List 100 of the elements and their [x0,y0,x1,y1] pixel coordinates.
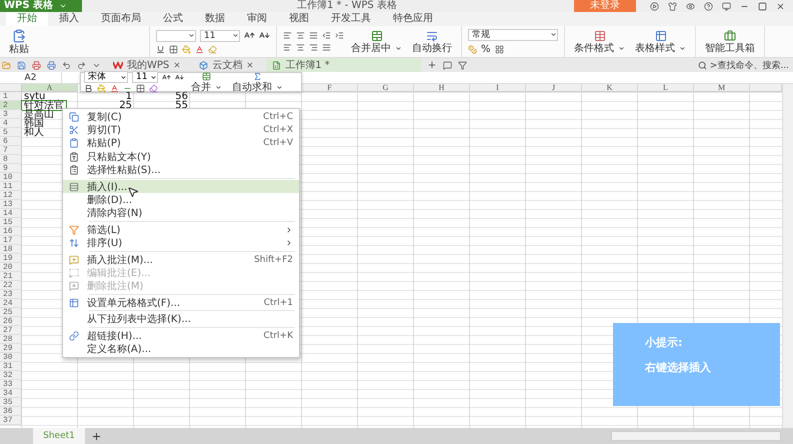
decimal-icon[interactable] [494,44,504,54]
bold-icon[interactable] [84,84,93,93]
menu-item[interactable]: 设置单元格格式(F)... Ctrl+1 [63,296,299,310]
font-name-field[interactable]: 宋体 [84,71,128,83]
underline-icon[interactable] [156,44,165,54]
add-sheet-icon[interactable] [91,430,102,442]
row-header[interactable]: 37 [0,416,22,425]
align-center-icon[interactable] [296,43,305,52]
column-header[interactable]: I [470,84,526,92]
redo-icon[interactable] [77,60,86,70]
row-header[interactable]: 14 [0,209,22,218]
paste-button[interactable]: 粘贴 [6,28,32,54]
align-middle-icon[interactable] [296,31,305,40]
number-format-field[interactable]: 常规 [468,28,558,40]
row-header[interactable]: 4 [0,119,22,128]
row-header[interactable]: 6 [0,137,22,146]
document-tab[interactable]: 云文档 [193,58,260,72]
document-tab[interactable]: 我的WPS [107,58,188,72]
toolbox-button[interactable]: 智能工具箱 [702,30,758,54]
menu-item[interactable]: 插入批注(M)... Shift+F2 [63,252,299,266]
menu-tab[interactable]: 特色应用 [382,12,444,26]
horizontal-scrollbar[interactable] [611,431,781,441]
row-header[interactable]: 1 [0,92,22,101]
font-color-icon[interactable] [110,84,119,93]
row-header[interactable]: 32 [0,371,22,380]
menu-tab[interactable]: 审阅 [236,12,278,26]
column-header[interactable]: J [526,84,582,92]
row-header[interactable]: 8 [0,155,22,164]
column-header[interactable]: H [414,84,470,92]
comment-icon[interactable] [443,60,452,70]
print-icon[interactable] [32,60,41,70]
table-style-button[interactable]: 表格样式 [632,30,689,54]
menu-item[interactable]: 从下拉列表中选择(K)... [63,312,299,326]
shrink-font-icon[interactable] [175,72,184,82]
command-search-field[interactable]: >查找命令、搜索... [698,58,793,72]
help-icon[interactable] [704,2,713,10]
row-header[interactable]: 7 [0,146,22,155]
menu-item[interactable]: 复制(C) Ctrl+C [63,110,299,124]
merge-button[interactable]: 合并居中 [348,30,405,54]
column-header[interactable]: K [582,84,638,92]
row-header[interactable]: 18 [0,245,22,254]
align-right-icon[interactable] [309,43,318,52]
column-header[interactable]: F [302,84,358,92]
menu-item[interactable]: 筛选(L) [63,223,299,237]
font-name-field[interactable] [156,30,196,42]
row-header[interactable]: 36 [0,407,22,416]
menu-item[interactable]: 删除(D)... [63,193,299,207]
row-header[interactable]: 19 [0,254,22,263]
wrap-button[interactable]: 自动换行 [409,30,455,54]
row-header[interactable]: 3 [0,110,22,119]
printer-icon[interactable] [47,60,56,70]
fill-color-icon[interactable] [182,44,191,54]
column-header[interactable]: G [358,84,414,92]
row-header[interactable]: 27 [0,326,22,335]
row-header[interactable]: 24 [0,299,22,308]
row-header[interactable]: 35 [0,398,22,407]
menu-item[interactable]: 插入(I)... [63,180,299,194]
menu-tab[interactable]: 页面布局 [90,12,152,26]
font-size-field[interactable]: 11 [200,30,240,42]
row-header[interactable]: 22 [0,281,22,290]
column-header[interactable]: L [638,84,694,92]
currency-icon[interactable] [468,44,477,54]
outdent-icon[interactable] [322,31,331,40]
menu-item[interactable]: 清除内容(N) [63,206,299,220]
row-header[interactable]: 33 [0,380,22,389]
name-box[interactable]: A2 [0,72,62,83]
percent-button[interactable]: % [481,44,491,54]
filter-icon[interactable] [458,60,468,70]
font-size-field[interactable]: 11 [132,71,158,83]
row-header[interactable]: 29 [0,344,22,353]
row-header[interactable]: 34 [0,389,22,398]
menu-tab[interactable]: 开始 [6,12,48,26]
close-icon[interactable] [776,2,785,10]
document-tab[interactable]: 工作簿1 * [266,58,422,72]
indent-icon[interactable] [335,31,344,40]
skin-icon[interactable] [668,2,677,10]
maximize-icon[interactable] [758,2,767,10]
row-header[interactable]: 20 [0,263,22,272]
row-header[interactable]: 11 [0,182,22,191]
menu-item[interactable]: 选择性粘贴(S)... [63,164,299,177]
undo-icon[interactable] [62,60,71,70]
row-header[interactable]: 30 [0,353,22,362]
menu-item[interactable]: 粘贴(P) Ctrl+V [63,136,299,150]
menu-item[interactable]: 只粘贴文本(Y) [63,150,299,164]
row-header[interactable]: 9 [0,164,22,173]
autosum-button[interactable]: 自动求和 [229,72,286,92]
row-header[interactable]: 10 [0,173,22,182]
row-header[interactable]: 12 [0,191,22,200]
screen-icon[interactable] [722,2,731,10]
row-header[interactable]: 13 [0,200,22,209]
menu-tab[interactable]: 公式 [152,12,194,26]
save-icon[interactable] [17,60,26,70]
row-header[interactable]: 26 [0,317,22,326]
grow-font-icon[interactable] [162,72,171,82]
menu-item[interactable]: 超链接(H)... Ctrl+K [63,328,299,342]
row-header[interactable]: 15 [0,218,22,227]
justify-icon[interactable] [322,43,331,52]
clear-icon[interactable] [149,84,158,93]
menu-tab[interactable]: 视图 [278,12,320,26]
row-header[interactable]: 23 [0,290,22,299]
